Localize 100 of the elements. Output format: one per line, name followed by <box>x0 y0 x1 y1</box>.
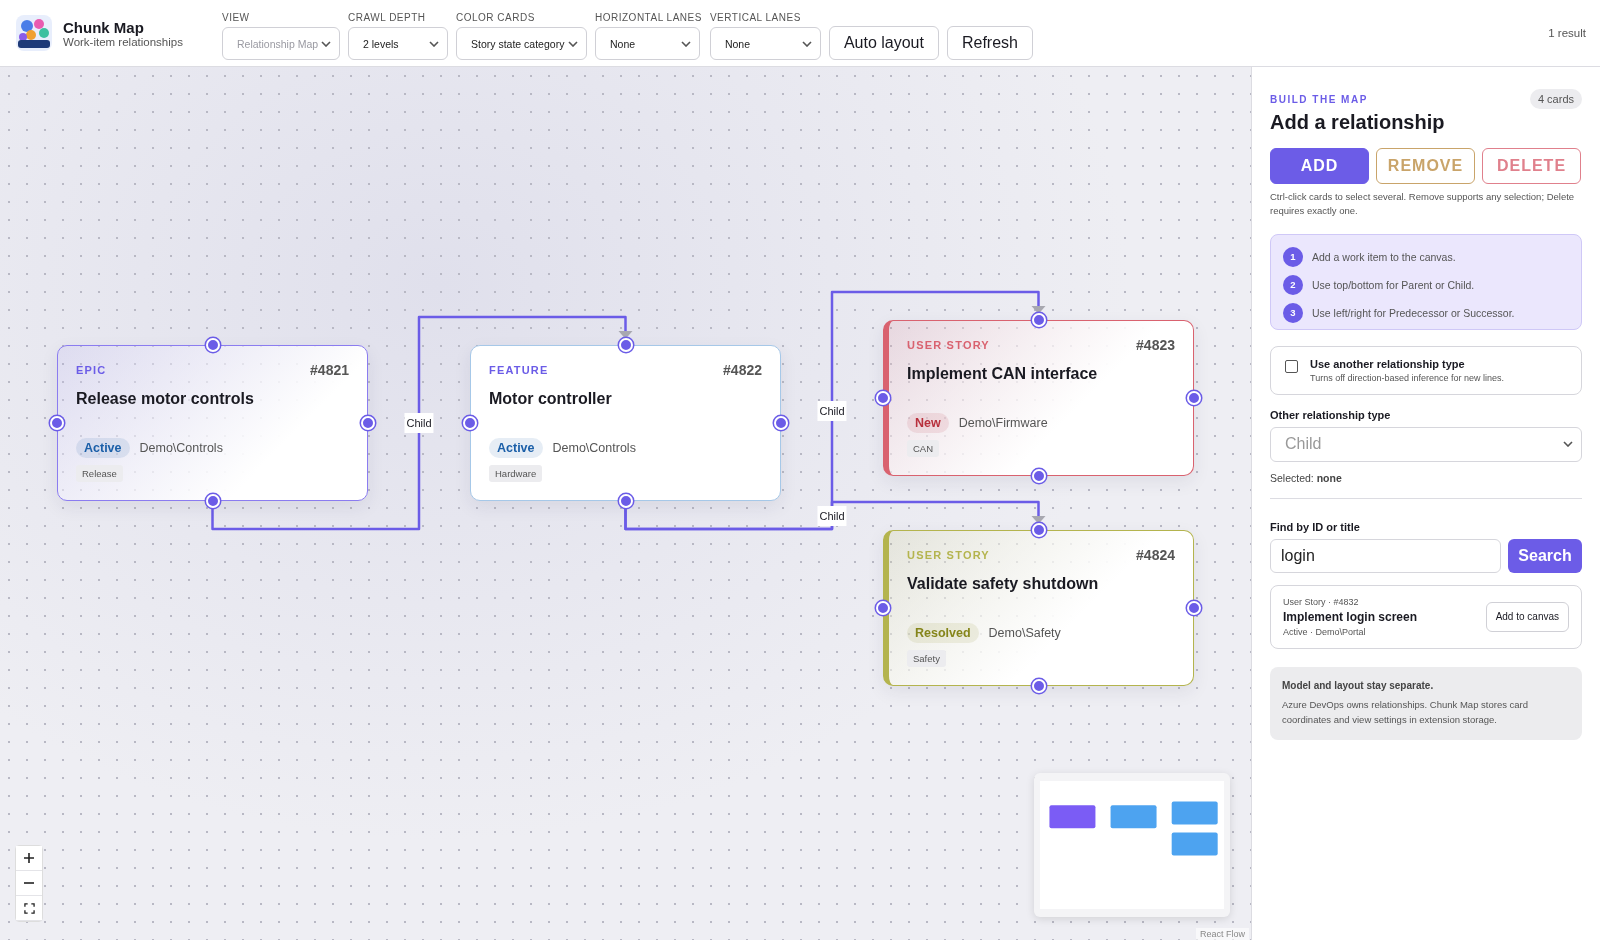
select-label: VERTICAL LANES <box>709 12 802 23</box>
help-text: Ctrl-click cards to select several. Remove supports any selection; Delete requires exactly one. <box>1270 190 1576 218</box>
chevron-down-icon <box>681 40 691 47</box>
result-count: 1 result <box>1548 27 1586 39</box>
area-path: Demo\Controls <box>552 441 636 455</box>
work-item-card[interactable]: USER STORY #4823 Implement CAN interface New Demo\Firmware CAN <box>883 320 1194 476</box>
connection-handle[interactable] <box>1031 313 1046 327</box>
step-number: 3 <box>1283 302 1303 323</box>
connection-handle[interactable] <box>205 494 220 508</box>
card-type: EPIC <box>76 364 107 376</box>
selection-status: Selected: none <box>1270 471 1343 484</box>
dropdown[interactable]: 2 levels <box>348 27 448 60</box>
search-field[interactable]: login <box>1270 538 1501 573</box>
card-count: 4 cards <box>1529 89 1582 109</box>
note-title: Model and layout stay separate. <box>1282 679 1435 691</box>
edge-label: Child <box>817 505 847 526</box>
tag: Release <box>76 465 123 482</box>
chevron-down-icon <box>429 40 439 47</box>
checkbox[interactable] <box>1285 359 1298 373</box>
minimap-node <box>1049 805 1096 829</box>
step-text: Add a work item to the canvas. <box>1312 250 1456 263</box>
connection-handle[interactable] <box>463 416 477 430</box>
zoom-in-button[interactable] <box>16 846 42 871</box>
connection-handle[interactable] <box>1187 391 1201 405</box>
work-item-card[interactable]: FEATURE #4822 Motor controller Active Demo\Controls Hardware <box>470 345 781 501</box>
section-eyebrow: BUILD THE MAP <box>1270 93 1368 105</box>
tag: CAN <box>907 440 940 457</box>
chevron-down-icon <box>801 40 812 47</box>
field-label: Find by ID or title <box>1270 520 1361 533</box>
search-button[interactable]: Search <box>1508 538 1582 573</box>
connection-handle[interactable] <box>618 494 633 508</box>
result-detail: Active · Demo\Portal <box>1283 626 1367 637</box>
state-badge: New <box>907 413 949 433</box>
result-meta: User Story · #4832 <box>1283 596 1360 607</box>
state-badge: Active <box>76 438 130 458</box>
card-id: #4823 <box>1136 337 1175 353</box>
area-path: Demo\Firmware <box>958 416 1048 430</box>
plus-icon <box>23 852 35 864</box>
card-type: USER STORY <box>907 549 990 561</box>
card-id: #4824 <box>1136 547 1175 563</box>
attribution[interactable]: React Flow <box>1196 928 1249 940</box>
step-text: Use left/right for Predecessor or Successor. <box>1312 306 1515 319</box>
edge-label: Child <box>404 413 434 433</box>
step-number: 1 <box>1283 246 1303 267</box>
note-text: Azure DevOps owns relationships. Chunk Map stores card coordinates and view settings in extension storage. <box>1282 697 1530 727</box>
tag: Safety <box>907 650 946 667</box>
area-path: Demo\Controls <box>139 441 223 455</box>
card-title: Release motor controls <box>76 390 254 408</box>
connection-handle[interactable] <box>774 416 788 430</box>
tag: Hardware <box>489 465 543 482</box>
mode-tab[interactable]: ADD <box>1270 148 1369 184</box>
select-label: CRAWL DEPTH <box>348 12 427 23</box>
add-to-canvas-button[interactable]: Add to canvas <box>1485 601 1569 632</box>
connection-handle[interactable] <box>1031 523 1046 537</box>
connection-handle[interactable] <box>361 416 375 430</box>
connection-handle[interactable] <box>876 601 890 615</box>
connection-handle[interactable] <box>50 416 64 430</box>
app-subtitle: Work-item relationships <box>63 35 183 48</box>
chevron-down-icon <box>321 40 331 47</box>
state-badge: Resolved <box>907 623 979 643</box>
card-type: USER STORY <box>907 339 990 351</box>
panel-title: Add a relationship <box>1270 111 1446 134</box>
app-title: Chunk Map <box>63 18 145 36</box>
connection-handle[interactable] <box>1031 469 1046 483</box>
card-title: Implement CAN interface <box>907 365 1098 383</box>
card-title: Validate safety shutdown <box>907 575 1099 593</box>
select-label: HORIZONTAL LANES <box>595 12 702 23</box>
card-title: Motor controller <box>489 390 612 408</box>
card-type: FEATURE <box>489 364 549 376</box>
step-number: 2 <box>1283 274 1303 295</box>
connection-handle[interactable] <box>1031 679 1046 693</box>
minimap-node <box>1110 805 1157 829</box>
select-label: COLOR CARDS <box>456 12 536 23</box>
field-label: Other relationship type <box>1270 408 1392 421</box>
area-path: Demo\Safety <box>988 626 1061 640</box>
edge-label: Child <box>817 400 847 421</box>
connection-handle[interactable] <box>876 391 890 405</box>
work-item-card[interactable]: USER STORY #4824 Validate safety shutdown Resolved Demo\Safety Safety <box>883 530 1194 686</box>
state-badge: Active <box>489 438 543 458</box>
connection-handle[interactable] <box>1187 601 1201 615</box>
toolbar-button[interactable]: Refresh <box>946 26 1033 60</box>
card-id: #4821 <box>310 362 349 378</box>
logo-icon <box>14 13 54 53</box>
dropdown[interactable]: None <box>709 27 821 60</box>
minimap[interactable] <box>1034 773 1230 917</box>
checkbox-hint: Turns off direction-based inference for new lines. <box>1310 372 1505 383</box>
step-text: Use top/bottom for Parent or Child. <box>1312 278 1475 291</box>
card-id: #4822 <box>723 362 762 378</box>
toolbar-button[interactable]: Auto layout <box>828 26 939 60</box>
dropdown[interactable]: Story state category <box>456 27 587 60</box>
result-title: Implement login screen <box>1283 609 1418 624</box>
checkbox-label: Use another relationship type <box>1310 357 1466 370</box>
fit-view-icon <box>23 902 35 914</box>
connection-handle[interactable] <box>618 338 633 352</box>
work-item-card[interactable]: EPIC #4821 Release motor controls Active Demo\Controls Release <box>57 345 368 501</box>
dropdown[interactable]: None <box>595 27 700 60</box>
chevron-down-icon <box>1563 441 1573 448</box>
select-label: VIEW <box>222 12 251 23</box>
connection-handle[interactable] <box>205 338 220 352</box>
chevron-down-icon <box>568 40 578 47</box>
